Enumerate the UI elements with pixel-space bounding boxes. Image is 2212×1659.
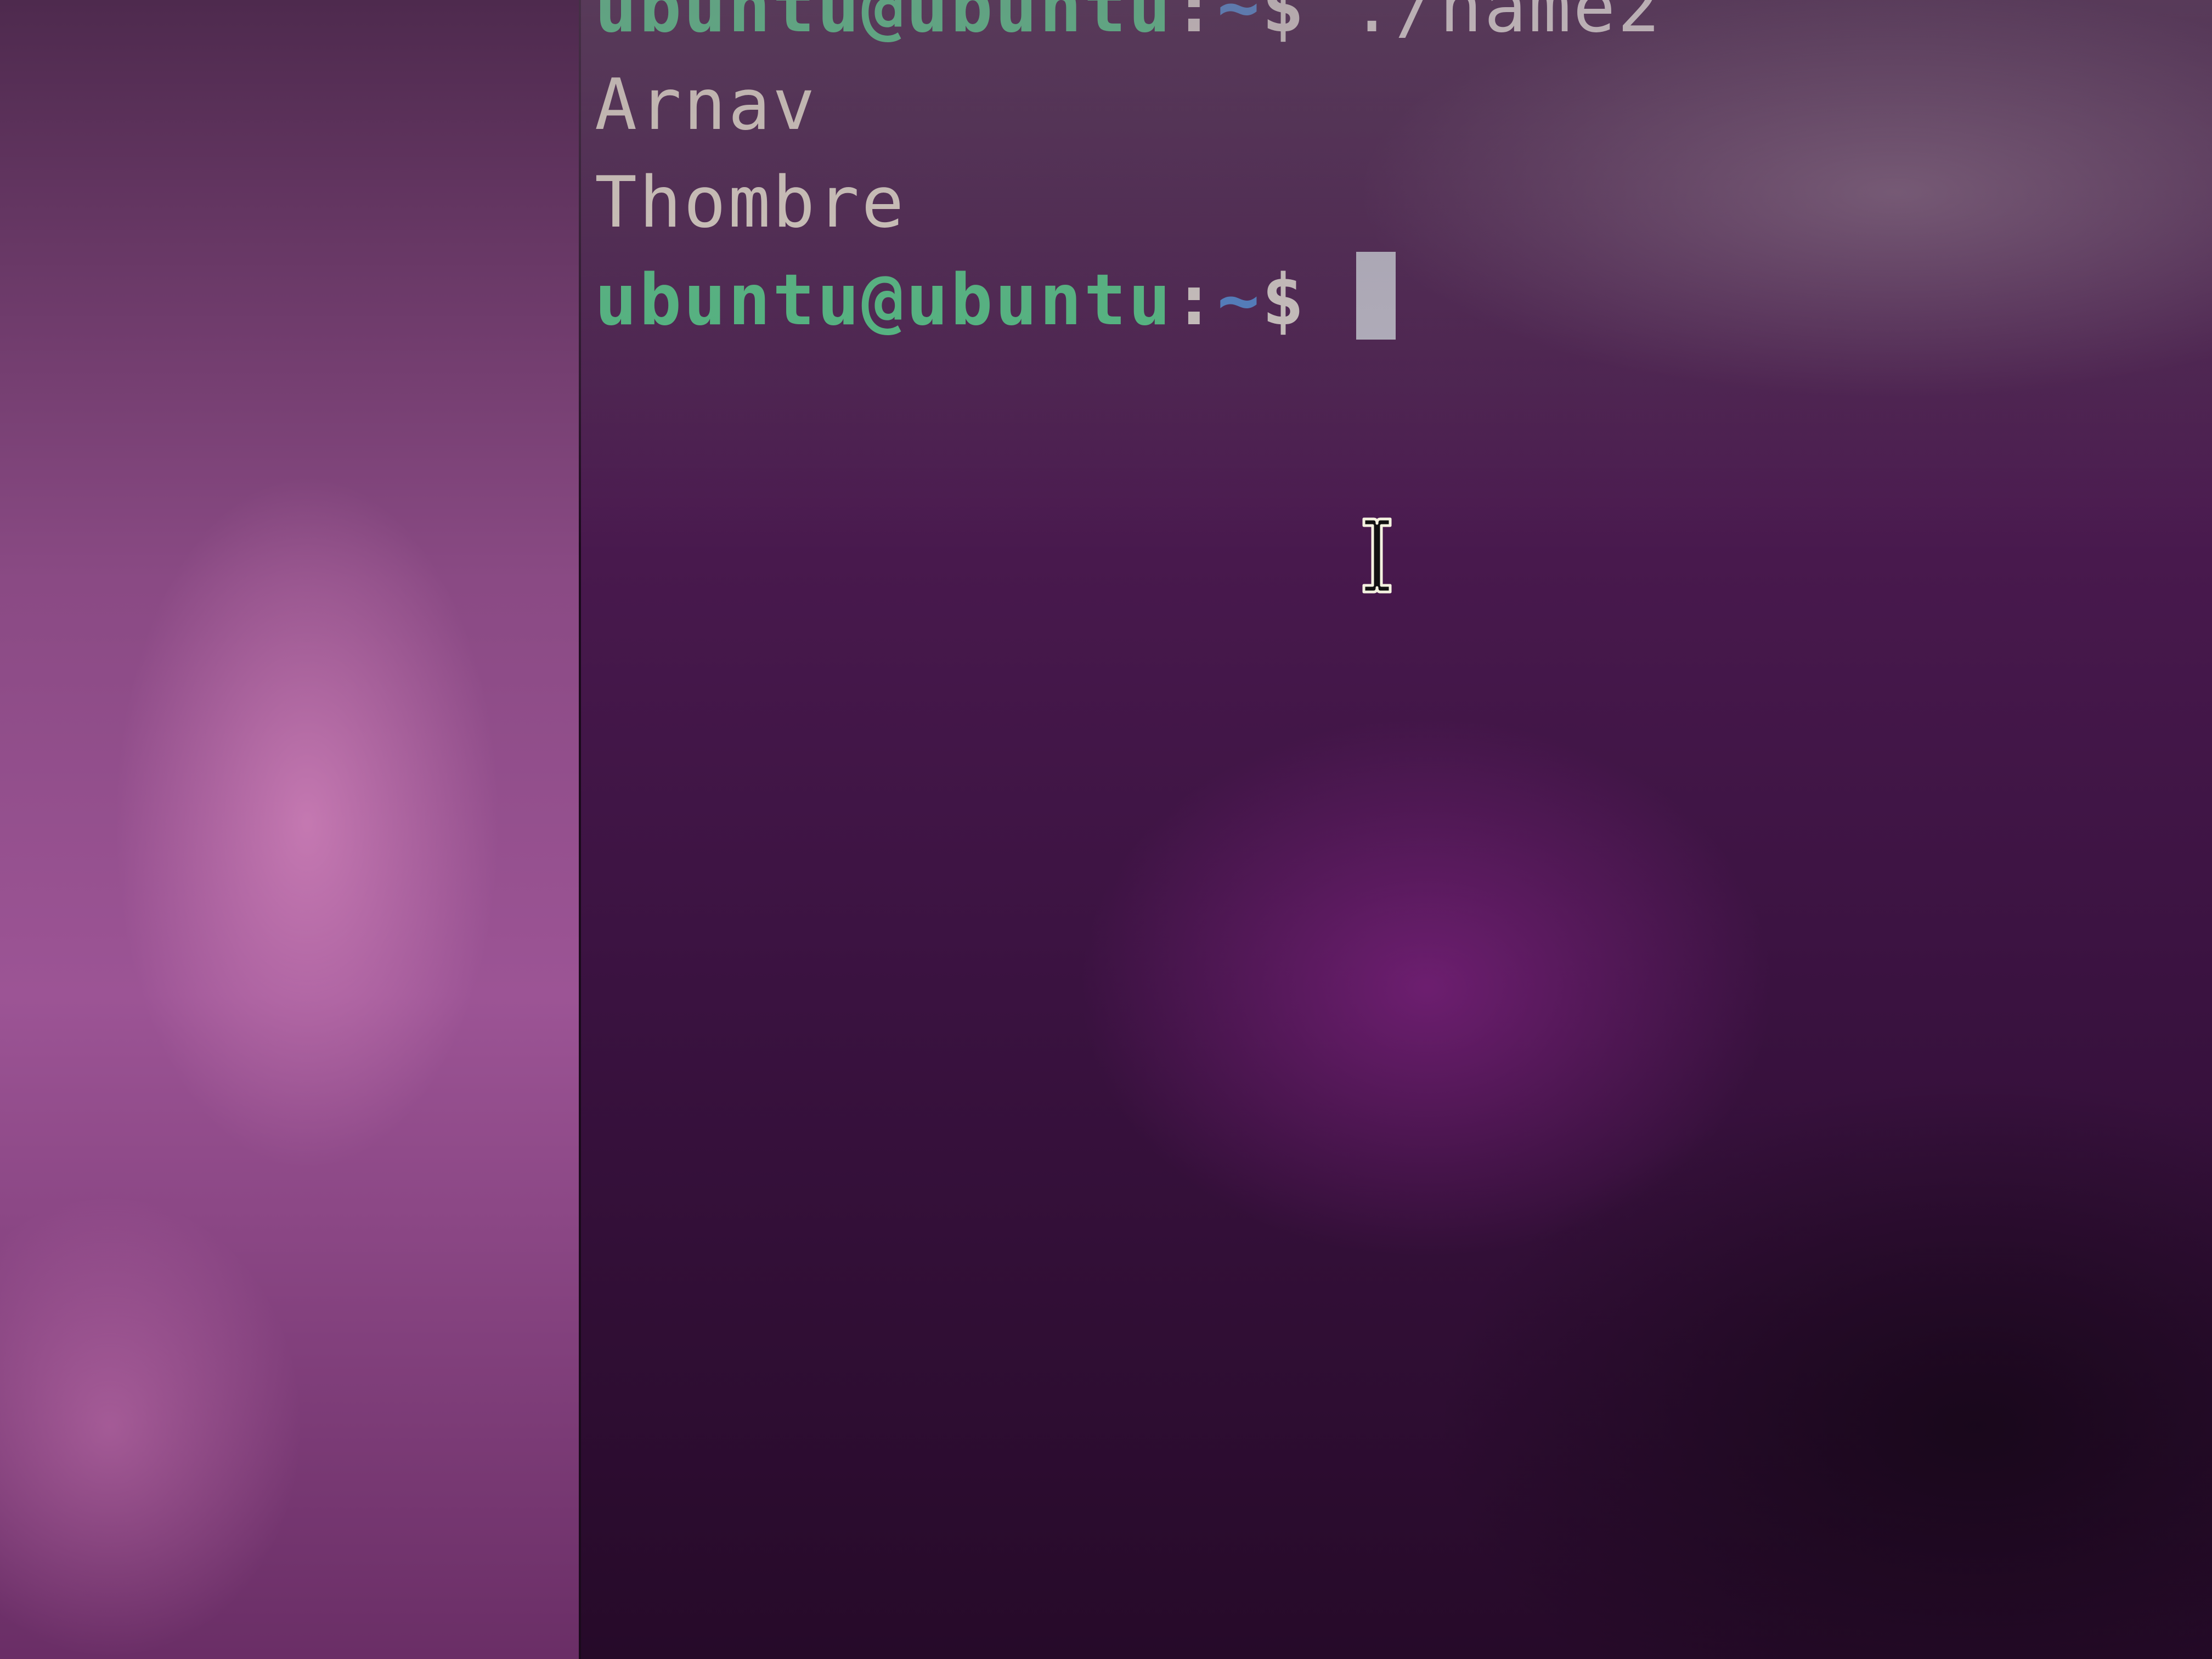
prompt-separator: : — [1172, 259, 1217, 341]
terminal-window[interactable]: ubuntu@ubuntu:~$ ./name2 Arnav Thombre ubun… — [579, 0, 2212, 1659]
terminal-line-command: ubuntu@ubuntu:~$ ./name2 — [595, 0, 1662, 57]
output-line: Arnav — [595, 64, 817, 146]
prompt-user-host: ubuntu@ubuntu — [595, 259, 1173, 341]
command-text: ./name2 — [1351, 0, 1662, 48]
terminal-line-prompt: ubuntu@ubuntu:~$ — [595, 252, 1662, 349]
output-line: Thombre — [595, 162, 906, 244]
prompt-separator: : — [1172, 0, 1217, 48]
terminal-output[interactable]: ubuntu@ubuntu:~$ ./name2 Arnav Thombre ubun… — [595, 0, 1662, 349]
screen: ubuntu@ubuntu:~$ ./name2 Arnav Thombre ubun… — [0, 0, 2212, 1659]
prompt-path: ~ — [1217, 259, 1262, 341]
ibeam-cursor-icon — [1362, 517, 1392, 594]
text-cursor-block — [1356, 252, 1396, 340]
prompt-path: ~ — [1217, 0, 1262, 48]
prompt-user-host: ubuntu@ubuntu — [595, 0, 1173, 48]
desktop-wallpaper — [0, 0, 579, 1659]
prompt-sign: $ — [1261, 0, 1351, 48]
prompt-sign: $ — [1261, 259, 1351, 341]
